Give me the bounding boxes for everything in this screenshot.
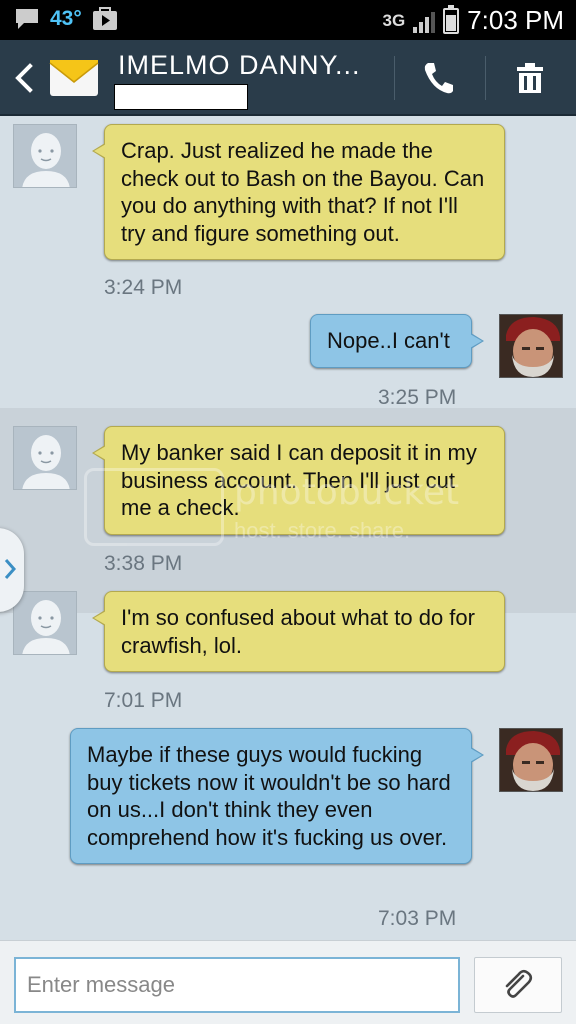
- call-button[interactable]: [412, 58, 464, 98]
- compose-bar: [0, 940, 576, 1024]
- default-avatar-icon: [14, 592, 76, 654]
- message-envelope-icon: [49, 60, 99, 96]
- contact-name[interactable]: IMELMO DANNY...: [118, 50, 361, 81]
- conversation-list[interactable]: Crap. Just realized he made the check ou…: [0, 118, 576, 940]
- my-avatar[interactable]: [499, 728, 563, 792]
- outgoing-message-bubble[interactable]: Maybe if these guys would fucking buy ti…: [70, 728, 484, 864]
- incoming-message-bubble[interactable]: Crap. Just realized he made the check ou…: [92, 124, 505, 260]
- default-avatar-icon: [14, 125, 76, 187]
- delete-button[interactable]: [504, 58, 556, 98]
- outgoing-message-bubble[interactable]: Nope..I can't: [310, 314, 484, 368]
- user-photo-avatar: [500, 315, 562, 377]
- network-type: 3G: [382, 10, 406, 30]
- message-timestamp: 3:38 PM: [104, 552, 183, 575]
- clock: 7:03 PM: [467, 5, 564, 35]
- chat-notification-icon: [16, 9, 38, 29]
- incoming-message-bubble[interactable]: My banker said I can deposit it in my bu…: [92, 426, 505, 535]
- user-photo-avatar: [500, 729, 562, 791]
- my-avatar[interactable]: [499, 314, 563, 378]
- trash-icon: [517, 63, 543, 93]
- paperclip-icon: [505, 969, 533, 998]
- message-timestamp: 7:03 PM: [378, 907, 457, 930]
- message-input[interactable]: [14, 957, 460, 1013]
- contact-avatar[interactable]: [13, 591, 77, 655]
- attach-button[interactable]: [474, 957, 562, 1013]
- back-icon: [15, 63, 33, 93]
- temperature: 43°: [50, 7, 82, 30]
- play-store-icon: [92, 7, 117, 30]
- back-button[interactable]: [8, 58, 38, 98]
- incoming-message-bubble[interactable]: I'm so confused about what to do for cra…: [92, 591, 505, 672]
- chevron-right-icon: [4, 559, 16, 579]
- header-divider: [485, 56, 486, 100]
- header-divider: [394, 56, 395, 100]
- conversation-header: IMELMO DANNY...: [0, 40, 576, 116]
- message-timestamp: 3:25 PM: [378, 386, 457, 409]
- phone-icon: [424, 63, 453, 94]
- redacted-number-box: [114, 84, 248, 110]
- contact-avatar[interactable]: [13, 124, 77, 188]
- status-bar: 43° 3G 7:03 PM: [0, 0, 576, 40]
- message-timestamp: 7:01 PM: [104, 689, 183, 712]
- default-avatar-icon: [14, 427, 76, 489]
- battery-icon: [443, 4, 460, 34]
- contact-avatar[interactable]: [13, 426, 77, 490]
- message-timestamp: 3:24 PM: [104, 276, 183, 299]
- signal-icon: [413, 9, 436, 33]
